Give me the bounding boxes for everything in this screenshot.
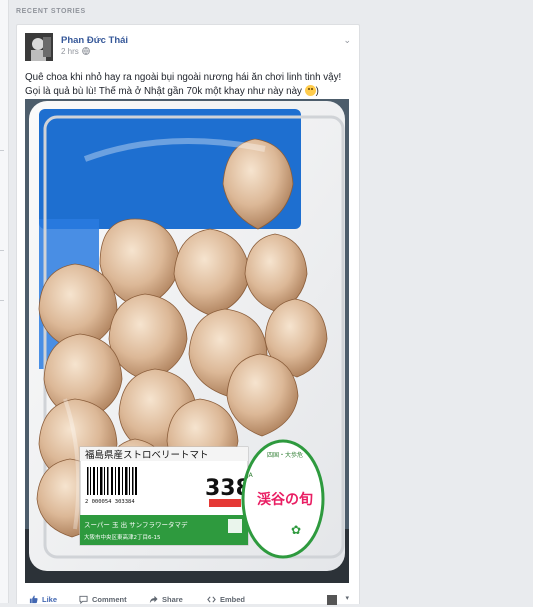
divider: [0, 150, 4, 151]
reaction-chevron-down-icon[interactable]: ▾: [345, 594, 349, 602]
store-name-label: スーパー 玉 出 サンフラワータマデ: [84, 520, 188, 529]
post-card: Phan Đức Thái 2 hrs ⌄ Quê choa khi nhỏ h…: [16, 24, 360, 607]
price-label: 福島県産ストロベリートマト 2 000054 303384 338 スーパー 玉…: [79, 446, 251, 546]
post-text-end: ): [315, 86, 319, 97]
sticker-brand: 渓谷の旬: [257, 491, 313, 508]
post-text: Quê choa khi nhỏ hay ra ngoài bụi ngoài …: [25, 71, 347, 99]
svg-text:✿: ✿: [291, 523, 301, 537]
author-name[interactable]: Phan Đức Thái: [61, 35, 128, 46]
smile-emoji-icon: [304, 85, 316, 96]
barcode-number: 2 000054 303384: [85, 499, 135, 505]
sticker-region: 四国・大歩危: [267, 451, 303, 459]
brand-sticker: 四国・大歩危 渓谷の旬 JA ✿: [241, 439, 325, 559]
post-options-chevron-icon[interactable]: ⌄: [343, 35, 351, 46]
post-time[interactable]: 2 hrs: [61, 47, 79, 56]
product-name-label: 福島県産ストロベリートマト: [85, 449, 209, 461]
post-body: Quê choa khi nhỏ hay ra ngoài bụi ngoài …: [25, 72, 342, 97]
globe-icon: [81, 47, 90, 57]
post-photo[interactable]: 福島県産ストロベリートマト 2 000054 303384 338 スーパー 玉…: [25, 99, 349, 583]
store-address-label: 大阪市中央区東高津2丁目6-15: [84, 533, 161, 541]
left-sidebar-edge: [0, 0, 9, 603]
photo-illustration: 福島県産ストロベリートマト 2 000054 303384 338 スーパー 玉…: [25, 99, 349, 583]
viewer-avatar[interactable]: [327, 595, 337, 605]
divider: [0, 300, 4, 301]
post-actions: Like Comment Share Embed: [17, 595, 359, 607]
sticker-ja: JA: [246, 472, 254, 479]
post-meta: 2 hrs: [61, 47, 90, 57]
divider: [0, 250, 4, 251]
section-title: RECENT STORIES: [16, 8, 86, 15]
avatar[interactable]: [25, 33, 53, 61]
